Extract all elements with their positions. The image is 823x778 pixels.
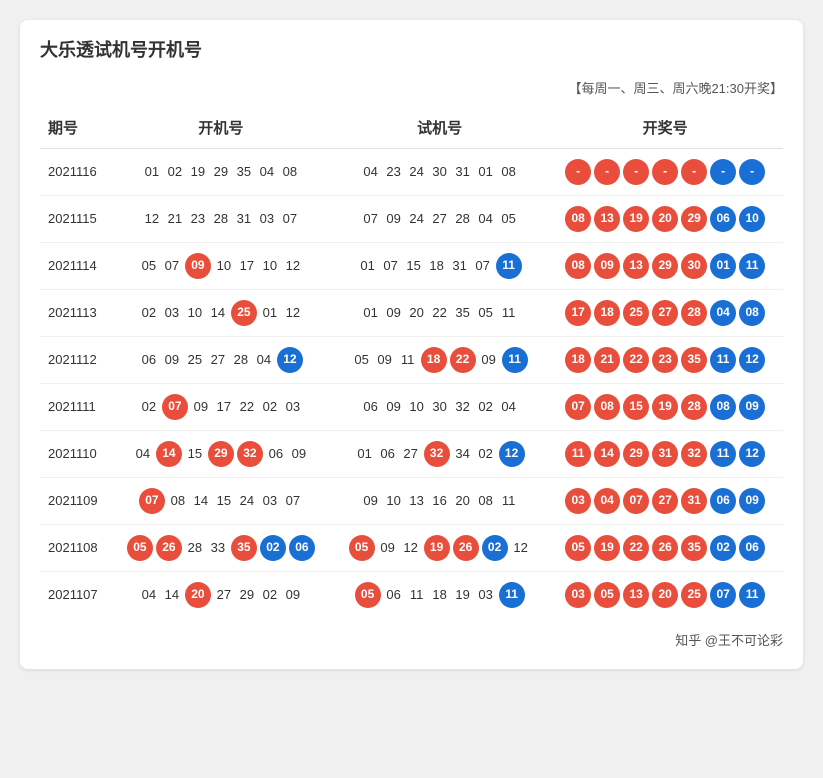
cell-kaiji: 01021929350408 (110, 149, 332, 196)
lottery-table: 期号 开机号 试机号 开奖号 2021116010219293504080423… (40, 107, 783, 618)
cell-period-id: 2021107 (40, 572, 110, 619)
cell-period-id: 2021108 (40, 525, 110, 572)
cell-shiji: 05061118190311 (332, 572, 547, 619)
cell-kaijang: 08131920290610 (547, 196, 783, 243)
cell-kaijang: 03040727310609 (547, 478, 783, 525)
schedule-note: 【每周一、周三、周六晚21:30开奖】 (40, 78, 783, 97)
cell-kaijang: 17182527280408 (547, 290, 783, 337)
cell-kaiji: 05070910171012 (110, 243, 332, 290)
cell-kaijang: ------- (547, 149, 783, 196)
cell-kaijang: 03051320250711 (547, 572, 783, 619)
cell-kaiji: 07081415240307 (110, 478, 332, 525)
col-header-shiji: 试机号 (332, 107, 547, 149)
cell-period-id: 2021116 (40, 149, 110, 196)
cell-period-id: 2021113 (40, 290, 110, 337)
cell-period-id: 2021109 (40, 478, 110, 525)
cell-shiji: 01062732340212 (332, 431, 547, 478)
table-row: 2021109070814152403070910131620081103040… (40, 478, 783, 525)
cell-kaijang: 18212223351112 (547, 337, 783, 384)
table-header-row: 期号 开机号 试机号 开奖号 (40, 107, 783, 149)
cell-kaiji: 12212328310307 (110, 196, 332, 243)
cell-shiji: 01071518310711 (332, 243, 547, 290)
page-title: 大乐透试机号开机号 (40, 36, 783, 70)
cell-shiji: 04232430310108 (332, 149, 547, 196)
table-row: 2021110041415293206090106273234021211142… (40, 431, 783, 478)
cell-kaiji: 04141529320609 (110, 431, 332, 478)
table-row: 2021112060925272804120509111822091118212… (40, 337, 783, 384)
table-row: 2021108052628333502060509121926021205192… (40, 525, 783, 572)
footer: 知乎 @王不可论彩 (40, 630, 783, 649)
cell-kaijang: 11142931321112 (547, 431, 783, 478)
cell-period-id: 2021110 (40, 431, 110, 478)
cell-kaijang: 05192226350206 (547, 525, 783, 572)
cell-shiji: 09101316200811 (332, 478, 547, 525)
table-row: 2021113020310142501120109202235051117182… (40, 290, 783, 337)
cell-kaijang: 08091329300111 (547, 243, 783, 290)
cell-kaiji: 02031014250112 (110, 290, 332, 337)
cell-kaijang: 07081519280809 (547, 384, 783, 431)
cell-period-id: 2021112 (40, 337, 110, 384)
table-row: 2021115122123283103070709242728040508131… (40, 196, 783, 243)
cell-shiji: 07092427280405 (332, 196, 547, 243)
col-header-kaiji: 开机号 (110, 107, 332, 149)
table-row: 2021107041420272902090506111819031103051… (40, 572, 783, 619)
cell-period-id: 2021111 (40, 384, 110, 431)
main-container: 大乐透试机号开机号 【每周一、周三、周六晚21:30开奖】 期号 开机号 试机号… (20, 20, 803, 669)
cell-kaiji: 02070917220203 (110, 384, 332, 431)
watermark: 知乎 @王不可论彩 (675, 630, 783, 649)
cell-kaiji: 04142027290209 (110, 572, 332, 619)
cell-period-id: 2021115 (40, 196, 110, 243)
table-row: 20211160102192935040804232430310108-----… (40, 149, 783, 196)
table-row: 2021114050709101710120107151831071108091… (40, 243, 783, 290)
cell-shiji: 05091118220911 (332, 337, 547, 384)
table-row: 2021111020709172202030609103032020407081… (40, 384, 783, 431)
cell-kaiji: 05262833350206 (110, 525, 332, 572)
cell-shiji: 06091030320204 (332, 384, 547, 431)
cell-period-id: 2021114 (40, 243, 110, 290)
col-header-id: 期号 (40, 107, 110, 149)
col-header-kaijang: 开奖号 (547, 107, 783, 149)
cell-shiji: 05091219260212 (332, 525, 547, 572)
cell-shiji: 01092022350511 (332, 290, 547, 337)
cell-kaiji: 06092527280412 (110, 337, 332, 384)
